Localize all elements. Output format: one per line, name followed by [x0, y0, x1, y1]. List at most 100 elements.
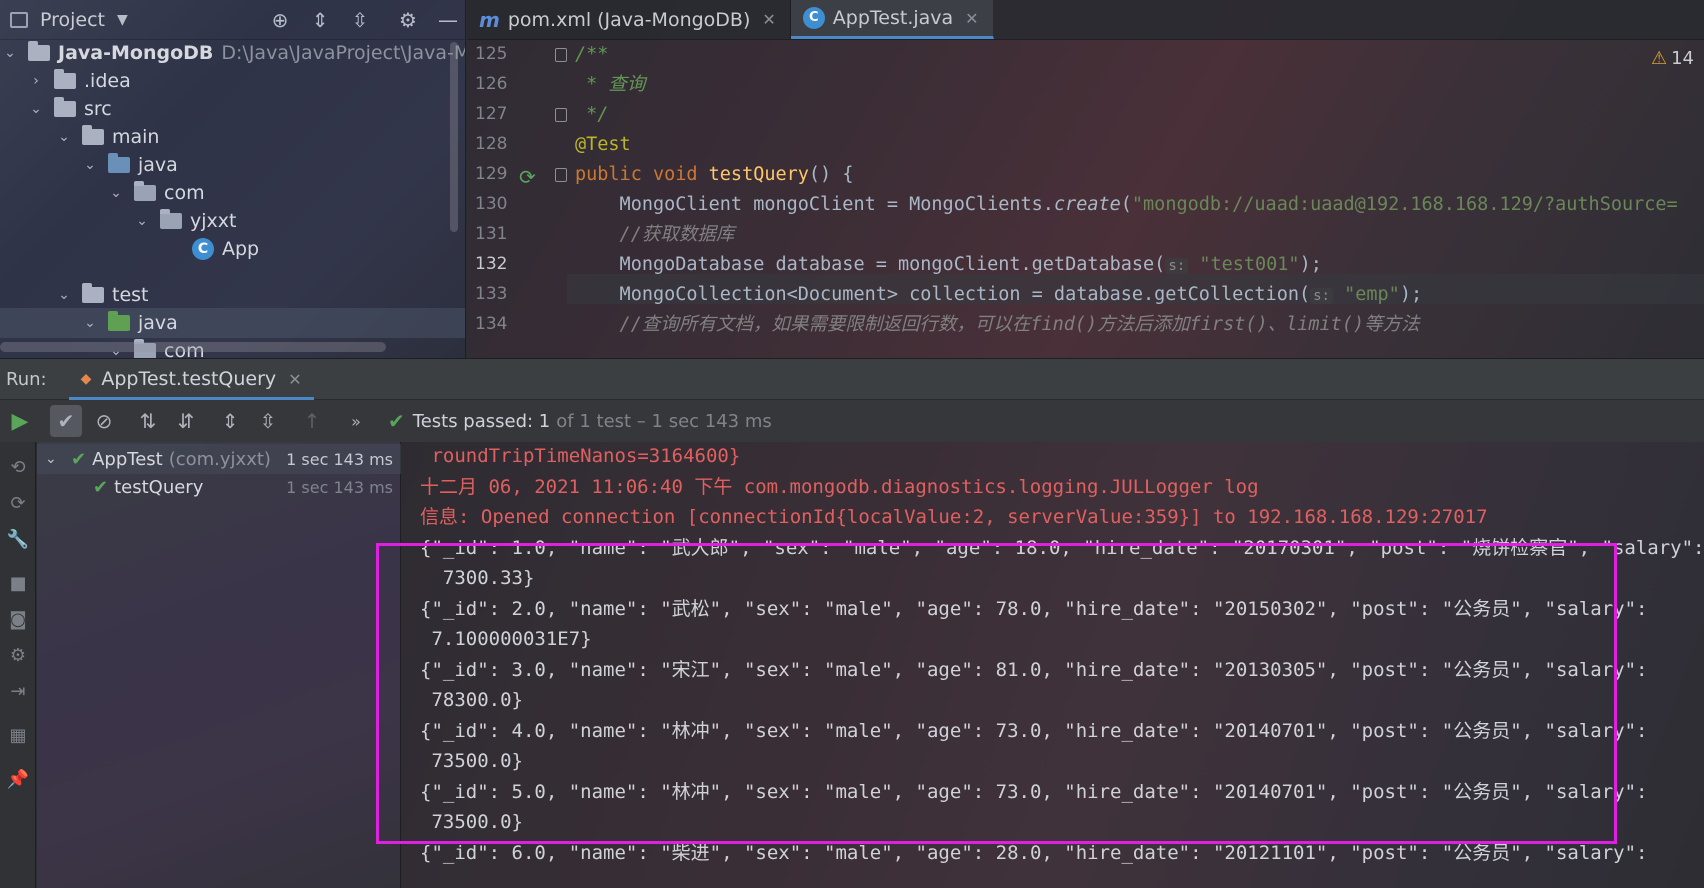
tree-item-main[interactable]: ⌄ main — [54, 122, 159, 152]
tree-selection-highlight — [0, 308, 465, 338]
code-text: ); — [1299, 254, 1322, 275]
console-line: 73500.0} — [420, 811, 523, 833]
package-icon — [134, 181, 156, 201]
tree-item-test[interactable]: ⌄ test — [54, 280, 149, 310]
chevron-right-icon[interactable]: › — [26, 73, 46, 89]
fold-marker-icon[interactable] — [555, 168, 567, 182]
tab-label: AppTest.java — [832, 7, 954, 29]
chevron-down-icon[interactable]: ▼ — [117, 12, 128, 28]
code-text: ); — [1399, 284, 1423, 305]
java-class-icon: C — [802, 7, 825, 29]
test-duration: 1 sec 143 ms — [286, 477, 393, 497]
code-string: "emp" — [1344, 284, 1400, 305]
horizontal-scrollbar[interactable] — [0, 342, 386, 352]
tests-summary-text: of 1 test – 1 sec 143 ms — [556, 410, 772, 432]
code-string: "mongodb://uaad:uaad@192.168.168.129/?au… — [1131, 194, 1678, 215]
layout-icon[interactable]: ▦ — [6, 724, 30, 748]
collapse-all-icon[interactable]: ⇳ — [348, 8, 372, 32]
wrench-icon[interactable]: 🔧 — [6, 528, 30, 552]
run-tab-label: AppTest.testQuery — [101, 368, 277, 390]
editor-gutter: 125 126 127 128 129 130 131 132 133 134 … — [467, 40, 567, 358]
tab-run-apptest-testquery[interactable]: ◆ AppTest.testQuery ✕ — [68, 358, 314, 400]
code-line: * 查询 — [575, 74, 646, 95]
show-ignored-icon[interactable]: ⊘ — [88, 405, 120, 437]
chevron-down-icon[interactable]: ⌄ — [26, 101, 46, 117]
console-line: 78300.0} — [420, 689, 523, 711]
close-icon[interactable]: ✕ — [288, 370, 301, 389]
console-output[interactable]: roundTripTimeNanos=3164600} 十二月 06, 2021… — [402, 442, 1704, 888]
console-line: {"_id": 6.0, "name": "柴进", "sex": "male"… — [420, 842, 1648, 864]
gear-icon[interactable]: ⚙ — [6, 644, 30, 668]
test-method-row[interactable]: ✔ testQuery 1 sec 143 ms — [37, 472, 401, 502]
line-number: 128 — [475, 134, 508, 154]
sort-alphabetically-icon[interactable]: ⇅ — [132, 405, 164, 437]
tree-item-label: src — [84, 98, 112, 120]
tree-item-label: com — [164, 182, 205, 204]
minimize-icon[interactable]: — — [436, 8, 460, 32]
tree-item-main-java[interactable]: ⌄ java — [80, 150, 178, 180]
expand-all-icon[interactable]: ⇕ — [308, 8, 332, 32]
rerun-failed-icon[interactable]: ⟲ — [6, 456, 30, 480]
code-editor: m pom.xml (Java-MongoDB) ✕ C AppTest.jav… — [467, 0, 1704, 358]
chevron-down-icon[interactable]: ⌄ — [80, 157, 100, 173]
close-icon[interactable]: ✕ — [965, 9, 978, 28]
exit-icon[interactable]: ⇥ — [6, 680, 30, 704]
chevron-down-icon[interactable]: ⌄ — [54, 129, 74, 145]
test-method-name: testQuery — [114, 476, 204, 498]
line-number: 133 — [475, 284, 508, 304]
chevron-down-icon[interactable]: ⌄ — [106, 185, 126, 201]
code-line: */ — [575, 104, 609, 125]
code-area[interactable]: /** * 查询 */ @Test public void testQuery(… — [575, 40, 1704, 358]
tab-apptest-java[interactable]: C AppTest.java ✕ — [790, 0, 994, 39]
code-keyword: public void — [575, 164, 709, 185]
fold-marker-icon[interactable] — [555, 48, 567, 62]
code-method-name: create — [1053, 194, 1121, 215]
chevron-down-icon[interactable]: ⌄ — [80, 315, 100, 331]
code-method-name: testQuery — [708, 164, 809, 185]
sort-by-duration-icon[interactable]: ⇵ — [170, 405, 202, 437]
editor-tab-bar: m pom.xml (Java-MongoDB) ✕ C AppTest.jav… — [467, 0, 1704, 40]
close-icon[interactable]: ✕ — [762, 10, 775, 29]
console-line: {"_id": 4.0, "name": "林冲", "sex": "male"… — [420, 720, 1648, 742]
locate-icon[interactable]: ⊕ — [268, 8, 292, 32]
chevron-down-icon[interactable]: ⌄ — [45, 451, 63, 467]
code-text: () { — [808, 164, 854, 185]
tree-item-yjxxt[interactable]: ⌄ yjxxt — [132, 206, 236, 236]
run-tool-window-header: Run: ◆ AppTest.testQuery ✕ — [0, 358, 1704, 400]
test-class-row[interactable]: ⌄ ✔ AppTest (com.yjxxt) 1 sec 143 ms — [37, 444, 401, 474]
camera-icon[interactable]: ◙ — [6, 608, 30, 632]
previous-failed-icon[interactable]: ↑ — [296, 405, 328, 437]
package-icon — [160, 209, 182, 229]
project-view-title[interactable]: Project — [40, 9, 105, 31]
fold-marker-icon[interactable] — [555, 108, 567, 122]
console-line: 7.100000031E7} — [420, 628, 592, 650]
collapse-all-icon[interactable]: ⇳ — [252, 405, 284, 437]
line-number: 131 — [475, 224, 508, 244]
tab-label: pom.xml (Java-MongoDB) — [507, 8, 751, 31]
chevron-down-icon[interactable]: ⌄ — [132, 213, 152, 229]
tab-pom-xml[interactable]: m pom.xml (Java-MongoDB) ✕ — [467, 0, 791, 39]
chevron-down-icon[interactable]: ⌄ — [0, 45, 20, 61]
tree-item-src[interactable]: ⌄ src — [26, 94, 112, 124]
toggle-auto-test-icon[interactable]: ⟳ — [6, 492, 30, 516]
rerun-icon[interactable]: ▶ — [4, 405, 36, 437]
vertical-scrollbar[interactable] — [450, 42, 458, 232]
more-actions-icon[interactable]: » — [340, 405, 372, 437]
tree-item-com[interactable]: ⌄ com — [106, 178, 205, 208]
show-passed-icon[interactable]: ✔ — [50, 405, 82, 437]
gear-icon[interactable]: ⚙ — [396, 8, 420, 32]
pin-icon[interactable]: 📌 — [6, 768, 30, 792]
tree-item-label: App — [222, 238, 260, 260]
module-folder-icon — [28, 41, 50, 61]
stop-icon[interactable]: ■ — [6, 572, 30, 596]
tree-item-project-root[interactable]: ⌄ Java-MongoDB D:\Java\JavaProject\Java-… — [0, 38, 465, 68]
chevron-down-icon[interactable]: ⌄ — [54, 287, 74, 303]
code-text: ( — [1120, 194, 1132, 215]
tree-item-app[interactable]: C App — [192, 234, 259, 264]
tree-item-test-java[interactable]: ⌄ java — [80, 308, 178, 338]
expand-all-icon[interactable]: ⇕ — [214, 405, 246, 437]
run-test-gutter-icon[interactable]: ⟳ — [519, 165, 536, 189]
tree-item-idea[interactable]: › .idea — [26, 66, 131, 96]
folder-icon — [54, 97, 76, 117]
tree-item-label: yjxxt — [190, 210, 237, 232]
